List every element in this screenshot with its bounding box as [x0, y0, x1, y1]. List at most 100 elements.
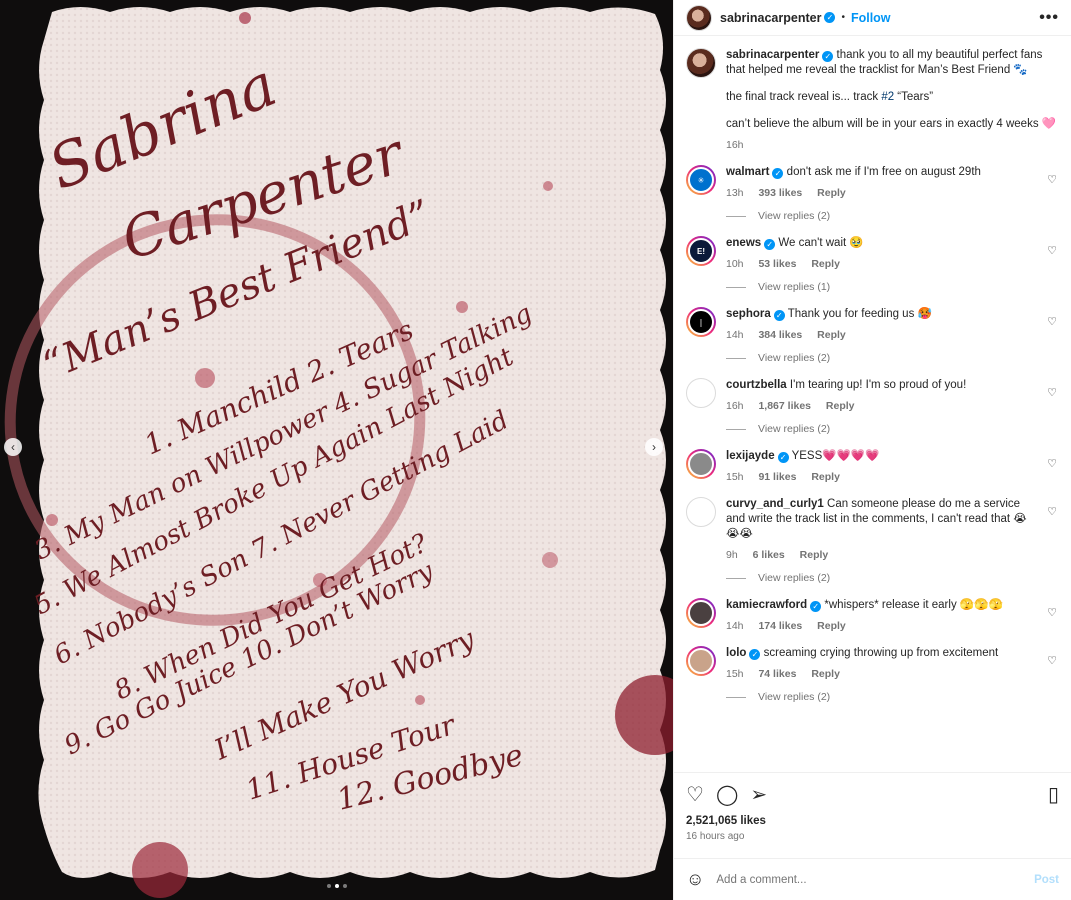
comment-likes[interactable]: 174 likes — [758, 620, 802, 632]
view-replies-button[interactable]: View replies (2) — [726, 690, 1037, 705]
comment-time[interactable]: 15h — [726, 471, 744, 483]
comment-likes[interactable]: 74 likes — [758, 668, 796, 680]
emoji-picker-icon[interactable]: ☺ — [686, 869, 704, 890]
user-photo-icon — [688, 648, 714, 674]
comment-like-heart-icon[interactable]: ♡ — [1047, 244, 1057, 257]
more-options-icon[interactable]: ••• — [1039, 9, 1059, 27]
comment-text: We can't wait 🥹 — [778, 237, 864, 249]
comment-likes[interactable]: 91 likes — [758, 471, 796, 483]
caption-time: 16h — [726, 139, 744, 151]
commenter-username[interactable]: lexijayde — [726, 450, 775, 462]
separator-dot: • — [841, 12, 845, 23]
view-replies-label: View replies (2) — [758, 691, 831, 703]
verified-badge-icon: ✓ — [749, 649, 761, 660]
reply-button[interactable]: Reply — [811, 668, 840, 680]
napkin-image: Sabrina Carpenter “Man’s Best Friend” 1.… — [4, 7, 673, 898]
commenter-avatar[interactable] — [686, 449, 716, 479]
comment-like-heart-icon[interactable]: ♡ — [1047, 315, 1057, 328]
hashtag-link[interactable]: #2 — [881, 91, 894, 103]
replies-line — [726, 287, 746, 288]
view-replies-button[interactable]: View replies (2) — [726, 351, 1037, 366]
share-send-icon[interactable]: ➢ — [750, 782, 767, 807]
view-replies-button[interactable]: View replies (1) — [726, 280, 1037, 295]
reply-button[interactable]: Reply — [817, 329, 846, 341]
author-avatar[interactable] — [686, 4, 712, 31]
comment-text: YESS💗💗💗💗 — [791, 450, 880, 462]
comment-text: *whispers* release it early 🫣🫣🫣 — [824, 599, 1003, 611]
carousel-dot — [342, 884, 347, 888]
commenter-username[interactable]: walmart — [726, 166, 769, 178]
reply-button[interactable]: Reply — [826, 400, 855, 412]
post-media[interactable]: Sabrina Carpenter “Man’s Best Friend” 1.… — [0, 0, 673, 900]
view-replies-button[interactable]: View replies (2) — [726, 422, 1037, 437]
comment-like-heart-icon[interactable]: ♡ — [1047, 505, 1057, 518]
comment-item: lolo ✓ screaming crying throwing up from … — [686, 646, 1059, 705]
replies-line — [726, 216, 746, 217]
comment-likes[interactable]: 393 likes — [758, 187, 802, 199]
comment-time[interactable]: 10h — [726, 258, 744, 270]
commenter-username[interactable]: enews — [726, 237, 761, 249]
follow-button[interactable]: Follow — [851, 11, 891, 25]
comment-like-heart-icon[interactable]: ♡ — [1047, 654, 1057, 667]
commenter-avatar[interactable]: ❘ — [686, 307, 716, 337]
previous-image-button[interactable]: ‹ — [4, 438, 22, 456]
caption: sabrinacarpenter ✓ thank you to all my be… — [686, 48, 1059, 153]
replies-line — [726, 697, 746, 698]
commenter-avatar[interactable]: ✳ — [686, 165, 716, 195]
commenter-avatar[interactable]: E! — [686, 236, 716, 266]
comment-bubble-icon[interactable]: ◯ — [716, 782, 738, 807]
comment-likes[interactable]: 384 likes — [758, 329, 802, 341]
like-count[interactable]: 2,521,065 likes — [686, 815, 1059, 827]
view-replies-button[interactable]: View replies (2) — [726, 571, 1037, 586]
next-image-button[interactable]: › — [645, 438, 663, 456]
chevron-left-icon: ‹ — [11, 440, 15, 454]
comment-time[interactable]: 14h — [726, 329, 744, 341]
comment-like-heart-icon[interactable]: ♡ — [1047, 606, 1057, 619]
author-avatar[interactable] — [686, 48, 716, 78]
view-replies-label: View replies (2) — [758, 210, 831, 222]
author-username[interactable]: sabrinacarpenter — [720, 11, 821, 25]
reply-button[interactable]: Reply — [811, 471, 840, 483]
comment-like-heart-icon[interactable]: ♡ — [1047, 173, 1057, 186]
comment-likes[interactable]: 1,867 likes — [758, 400, 811, 412]
reply-button[interactable]: Reply — [811, 258, 840, 270]
carousel-dot — [326, 884, 331, 888]
comment-time[interactable]: 16h — [726, 400, 744, 412]
comment-like-heart-icon[interactable]: ♡ — [1047, 386, 1057, 399]
comment-input[interactable] — [716, 873, 1035, 886]
caption-author[interactable]: sabrinacarpenter — [726, 49, 819, 61]
comment-likes[interactable]: 53 likes — [758, 258, 796, 270]
view-replies-button[interactable]: View replies (2) — [726, 209, 1037, 224]
verified-badge-icon: ✓ — [772, 168, 784, 179]
user-photo-icon — [688, 600, 714, 626]
comment-time[interactable]: 9h — [726, 549, 738, 561]
comment-item: ✳ walmart ✓ don't ask me if I'm free on a… — [686, 165, 1059, 224]
commenter-avatar[interactable] — [686, 378, 716, 408]
reply-button[interactable]: Reply — [817, 620, 846, 632]
comments-list[interactable]: sabrinacarpenter ✓ thank you to all my be… — [674, 36, 1071, 772]
commenter-username[interactable]: courtzbella — [726, 379, 787, 391]
save-bookmark-icon[interactable]: ▯ — [1048, 782, 1059, 807]
replies-line — [726, 429, 746, 430]
commenter-username[interactable]: sephora — [726, 308, 771, 320]
post-timestamp[interactable]: 16 hours ago — [686, 831, 1059, 842]
comment-like-heart-icon[interactable]: ♡ — [1047, 457, 1057, 470]
comment-time[interactable]: 14h — [726, 620, 744, 632]
sephora-flame-icon: ❘ — [688, 309, 714, 335]
walmart-spark-icon: ✳ — [688, 167, 714, 193]
like-heart-icon[interactable]: ♡ — [686, 782, 704, 807]
comment-time[interactable]: 13h — [726, 187, 744, 199]
comment-likes[interactable]: 6 likes — [753, 549, 785, 561]
commenter-avatar[interactable] — [686, 646, 716, 676]
post-side-panel: sabrinacarpenter ✓ • Follow ••• sabrinac… — [673, 0, 1071, 900]
comment-time[interactable]: 15h — [726, 668, 744, 680]
post-comment-button[interactable]: Post — [1034, 874, 1059, 886]
commenter-avatar[interactable] — [686, 497, 716, 527]
reply-button[interactable]: Reply — [817, 187, 846, 199]
commenter-username[interactable]: kamiecrawford — [726, 599, 807, 611]
chevron-right-icon: › — [652, 440, 656, 454]
reply-button[interactable]: Reply — [800, 549, 829, 561]
commenter-avatar[interactable] — [686, 598, 716, 628]
commenter-username[interactable]: lolo — [726, 647, 746, 659]
commenter-username[interactable]: curvy_and_curly1 — [726, 498, 824, 510]
